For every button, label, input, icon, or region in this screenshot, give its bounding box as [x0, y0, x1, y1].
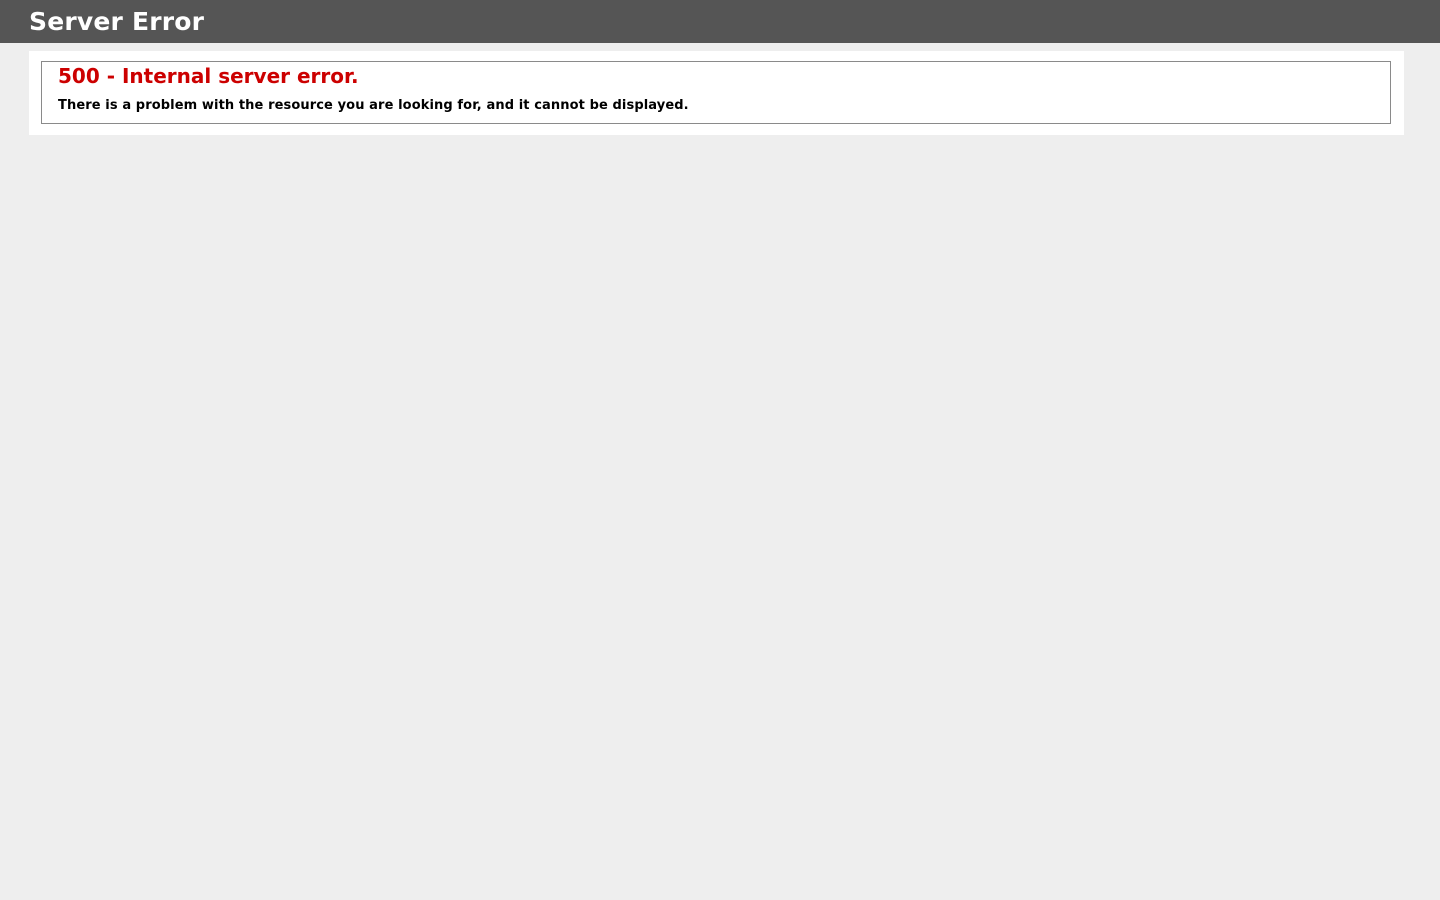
page-title: Server Error: [29, 7, 205, 36]
content-panel: 500 - Internal server error. There is a …: [29, 51, 1404, 135]
error-heading: 500 - Internal server error.: [58, 64, 359, 88]
page-header: Server Error: [0, 0, 1440, 43]
error-message: There is a problem with the resource you…: [58, 98, 689, 113]
error-box: 500 - Internal server error. There is a …: [41, 61, 1391, 124]
